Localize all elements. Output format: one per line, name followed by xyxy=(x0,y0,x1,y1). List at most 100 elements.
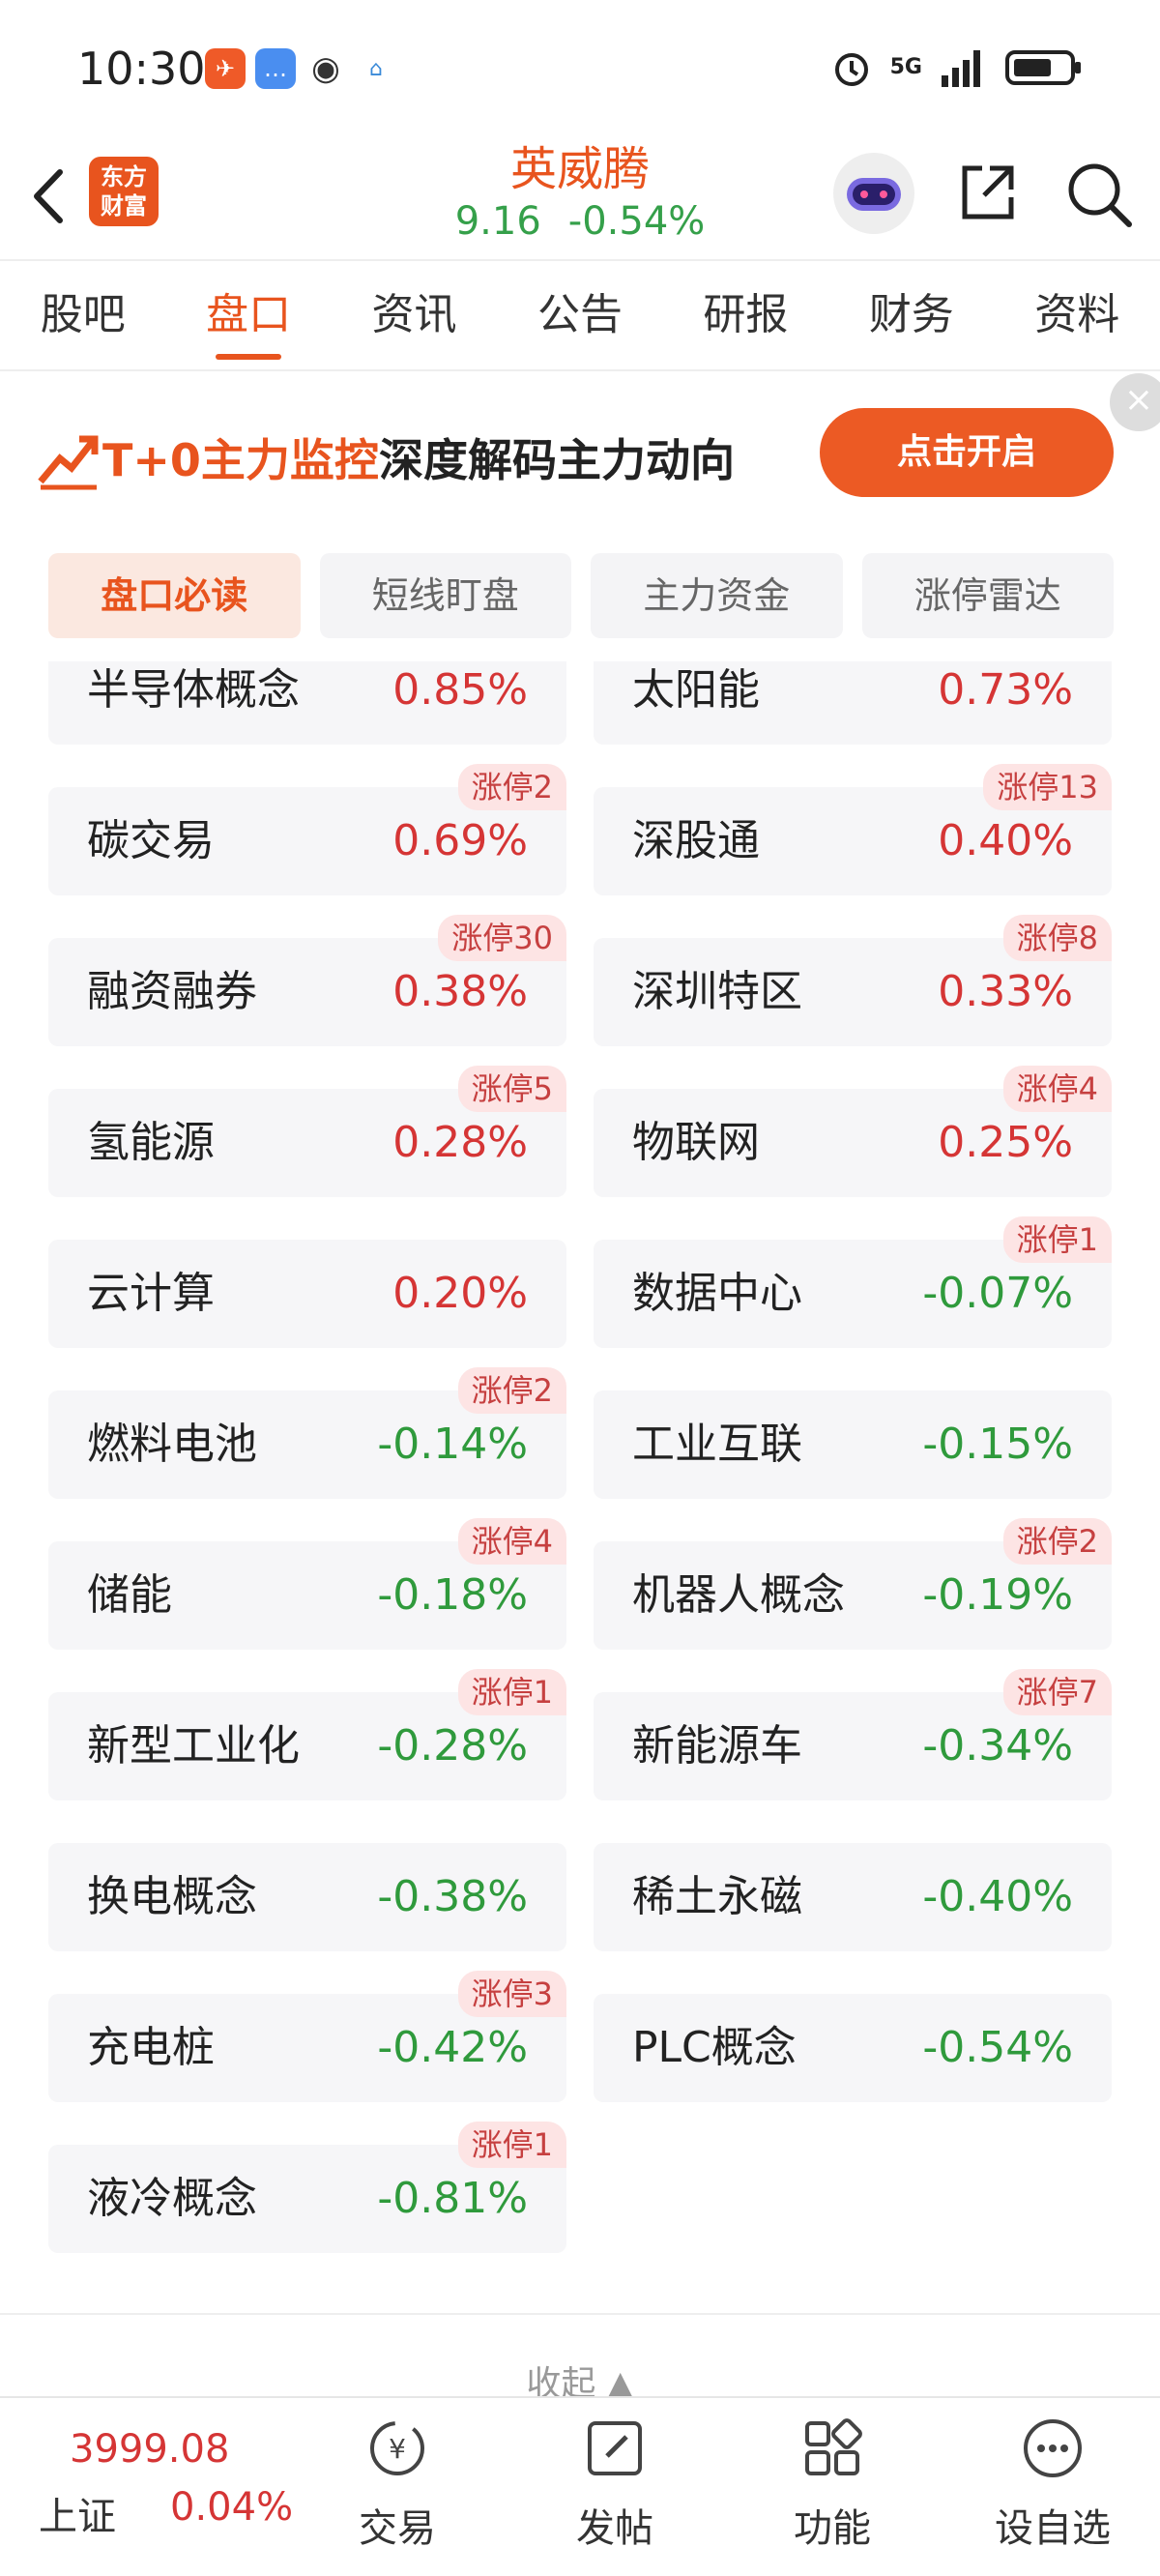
concept-name: 半导体概念 xyxy=(87,665,300,715)
notification-icons: ✈ … ◉ ⌂ xyxy=(205,48,396,89)
limit-up-badge: 涨停4 xyxy=(457,1518,566,1565)
concept-name: PLC概念 xyxy=(632,2023,797,2072)
concept-cell[interactable]: 物联网 0.25% 涨停4 xyxy=(594,1066,1112,1197)
concept-cell[interactable]: 稀土永磁 -0.40% xyxy=(594,1843,1112,1951)
ai-assistant-icon[interactable] xyxy=(833,153,914,234)
concept-name: 物联网 xyxy=(632,1118,760,1167)
concept-name: 数据中心 xyxy=(632,1269,802,1318)
tab-finance[interactable]: 财务 xyxy=(828,263,994,369)
more-dots-icon xyxy=(1024,2419,1082,2477)
limit-up-badge: 涨停13 xyxy=(983,764,1112,810)
app-notification-icon: ✈ xyxy=(205,48,246,89)
index-name: 上证 xyxy=(39,2495,116,2539)
tab-news[interactable]: 资讯 xyxy=(332,263,497,369)
concept-name: 工业互联 xyxy=(632,1420,802,1469)
nav-add-watchlist[interactable]: 设自选 xyxy=(980,2408,1125,2553)
concept-cell[interactable]: 深股通 0.40% 涨停13 xyxy=(594,764,1112,895)
concept-change: -0.54% xyxy=(922,2023,1073,2072)
close-icon[interactable]: × xyxy=(1110,373,1160,431)
nav-post-label: 发帖 xyxy=(576,2506,653,2551)
concept-name: 换电概念 xyxy=(87,1872,257,1921)
concept-cell[interactable]: PLC概念 -0.54% xyxy=(594,1994,1112,2102)
concept-cell[interactable]: 换电概念 -0.38% xyxy=(48,1843,566,1951)
system-icons: 5G xyxy=(830,46,1083,89)
limit-up-badge: 涨停2 xyxy=(1002,1518,1112,1565)
subtab-main-funds[interactable]: 主力资金 xyxy=(591,553,843,638)
share-icon[interactable] xyxy=(953,157,1023,226)
limit-up-badge: 涨停5 xyxy=(457,1066,566,1112)
concept-name: 液冷概念 xyxy=(87,2174,257,2223)
tab-announcements[interactable]: 公告 xyxy=(497,263,662,369)
svg-text:¥: ¥ xyxy=(389,2433,406,2465)
nav-trade-label: 交易 xyxy=(359,2506,436,2551)
concept-name: 储能 xyxy=(87,1570,172,1620)
concept-cell[interactable]: 融资融券 0.38% 涨停30 xyxy=(48,915,566,1046)
concept-name: 碳交易 xyxy=(87,816,215,865)
limit-up-badge: 涨停1 xyxy=(457,2122,566,2168)
concept-cell[interactable]: 液冷概念 -0.81% 涨停1 xyxy=(48,2122,566,2253)
concept-change: 0.20% xyxy=(392,1269,528,1318)
limit-up-badge: 涨停30 xyxy=(438,915,566,961)
concept-cell[interactable]: 半导体概念 0.85% xyxy=(48,661,566,745)
concept-cell[interactable]: 碳交易 0.69% 涨停2 xyxy=(48,764,566,895)
concept-change: -0.40% xyxy=(922,1872,1073,1921)
sub-tabs: 盘口必读 短线盯盘 主力资金 涨停雷达 xyxy=(48,553,1114,638)
index-value: 3999.08 xyxy=(70,2427,230,2472)
main-tabs: 股吧 盘口 资讯 公告 研报 财务 资料 xyxy=(0,263,1160,371)
concept-cell[interactable]: 深圳特区 0.33% 涨停8 xyxy=(594,915,1112,1046)
promo-banner[interactable]: T+0主力监控 深度解码主力动向 点击开启 × xyxy=(0,373,1160,528)
tab-profile[interactable]: 资料 xyxy=(995,263,1160,369)
nav-add-watchlist-label: 设自选 xyxy=(995,2506,1111,2551)
concept-grid: 半导体概念 0.85% 太阳能 0.73% 碳交易 0.69% 涨停2 深股通 0.40% 涨停1… xyxy=(0,661,1160,2267)
concept-change: 0.73% xyxy=(938,665,1073,715)
tab-pankou[interactable]: 盘口 xyxy=(165,263,331,369)
nav-post[interactable]: 发帖 xyxy=(542,2408,687,2553)
limit-up-badge: 涨停8 xyxy=(1002,915,1112,961)
concept-cell[interactable]: 新型工业化 -0.28% 涨停1 xyxy=(48,1669,566,1800)
wechat-icon: ◉ xyxy=(311,49,340,88)
concept-cell[interactable]: 充电桩 -0.42% 涨停3 xyxy=(48,1971,566,2102)
nav-trade[interactable]: ¥ 交易 xyxy=(325,2408,470,2553)
concept-cell[interactable]: 工业互联 -0.15% xyxy=(594,1390,1112,1499)
trend-chart-icon xyxy=(38,435,99,490)
stock-header: 东方 财富 英威腾 9.16 -0.54% xyxy=(0,135,1160,261)
concept-cell[interactable]: 新能源车 -0.34% 涨停7 xyxy=(594,1669,1112,1800)
banner-open-button[interactable]: 点击开启 xyxy=(820,408,1114,497)
concept-name: 氢能源 xyxy=(87,1118,215,1167)
concept-name: 充电桩 xyxy=(87,2023,215,2072)
concept-cell[interactable]: 机器人概念 -0.19% 涨停2 xyxy=(594,1518,1112,1650)
concept-cell[interactable]: 燃料电池 -0.14% 涨停2 xyxy=(48,1367,566,1499)
tab-research[interactable]: 研报 xyxy=(663,263,828,369)
divider xyxy=(0,2313,1160,2315)
concept-cell[interactable]: 太阳能 0.73% xyxy=(594,661,1112,745)
limit-up-badge: 涨停3 xyxy=(457,1971,566,2017)
limit-up-badge: 涨停7 xyxy=(1002,1669,1112,1715)
concept-name: 深股通 xyxy=(632,816,760,865)
concept-cell[interactable]: 氢能源 0.28% 涨停5 xyxy=(48,1066,566,1197)
concept-cell[interactable]: 储能 -0.18% 涨停4 xyxy=(48,1518,566,1650)
concept-name: 机器人概念 xyxy=(632,1570,845,1620)
stock-price: 9.16 xyxy=(454,199,541,244)
trade-yen-icon: ¥ xyxy=(370,2421,424,2475)
tab-guba[interactable]: 股吧 xyxy=(0,263,165,369)
limit-up-badge: 涨停2 xyxy=(457,764,566,810)
nav-functions-label: 功能 xyxy=(794,2506,871,2551)
subtab-short-term[interactable]: 短线盯盘 xyxy=(319,553,571,638)
concept-cell[interactable]: 云计算 0.20% xyxy=(48,1240,566,1348)
search-icon[interactable] xyxy=(1061,157,1135,230)
concept-name: 深圳特区 xyxy=(632,967,802,1016)
stock-change: -0.54% xyxy=(567,199,706,244)
subtab-limit-up-radar[interactable]: 涨停雷达 xyxy=(861,553,1114,638)
message-notification-icon: … xyxy=(255,48,296,89)
battery-icon xyxy=(1005,50,1081,85)
limit-up-badge: 涨停1 xyxy=(457,1669,566,1715)
subtab-must-read[interactable]: 盘口必读 xyxy=(48,553,301,638)
banner-text: 深度解码主力动向 xyxy=(378,434,735,486)
concept-name: 融资融券 xyxy=(87,967,257,1016)
nav-functions[interactable]: 功能 xyxy=(760,2408,905,2553)
signal-icon xyxy=(942,50,980,87)
concept-name: 云计算 xyxy=(87,1269,215,1318)
concept-cell[interactable]: 数据中心 -0.07% 涨停1 xyxy=(594,1216,1112,1348)
status-time: 10:30 xyxy=(77,43,206,95)
concept-name: 燃料电池 xyxy=(87,1420,257,1469)
